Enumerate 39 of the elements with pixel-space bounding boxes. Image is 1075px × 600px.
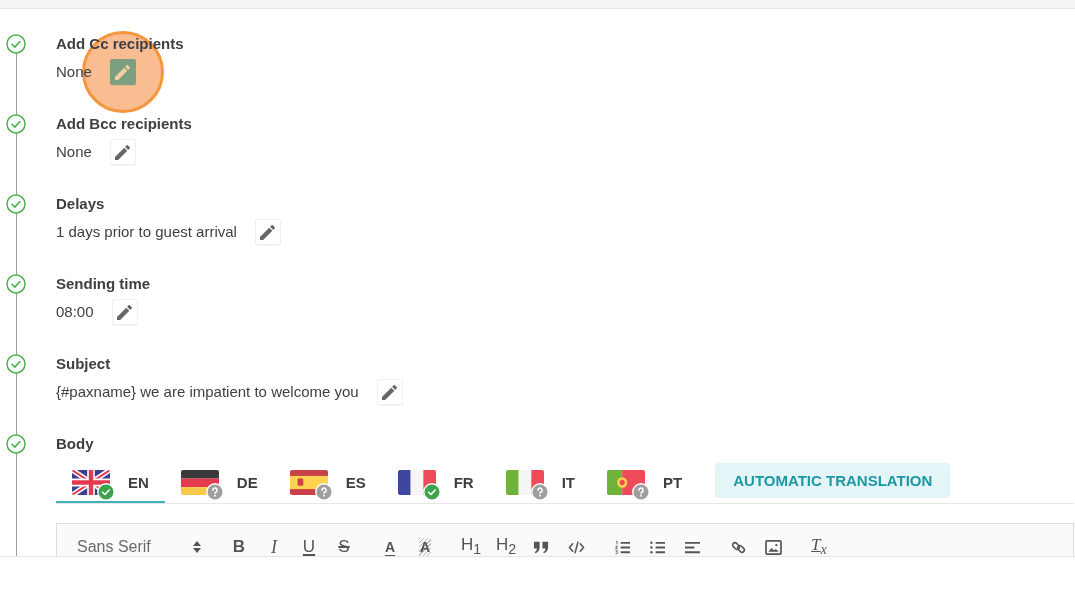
step-title: Add Bcc recipients — [56, 114, 192, 134]
step-value: {#paxname} we are impatient to welcome you — [56, 382, 359, 402]
italic-button[interactable]: I — [260, 538, 288, 556]
language-tab[interactable]: ES — [273, 463, 382, 503]
up-down-arrows-icon — [193, 541, 201, 553]
align-left-icon — [683, 539, 701, 555]
header-button[interactable]: H$_{2}$ — [492, 538, 520, 556]
underline-button[interactable]: U — [295, 538, 323, 556]
quote-icon — [532, 539, 550, 555]
pencil-icon — [382, 384, 398, 400]
italian-flag-icon — [505, 469, 544, 495]
header-button[interactable]: H$_{1}$ — [457, 538, 485, 556]
german-flag-icon — [180, 469, 219, 495]
numbered-list-icon — [613, 539, 631, 555]
bold-button[interactable]: B — [225, 538, 253, 556]
pencil-icon — [115, 144, 131, 160]
step-title: Delays — [56, 194, 105, 214]
language-tab[interactable]: PT — [591, 463, 699, 503]
link-icon — [729, 539, 747, 555]
language-tab[interactable]: IT — [489, 463, 592, 503]
font-picker[interactable]: Sans Serif — [65, 538, 207, 556]
step-title: Subject — [56, 354, 111, 374]
pencil-icon — [260, 224, 276, 240]
step-value: 1 days prior to guest arrival — [56, 222, 237, 242]
step-title: Sending time — [56, 274, 151, 294]
language-tab[interactable]: EN — [56, 463, 165, 503]
pencil-icon — [117, 304, 133, 320]
code-icon — [567, 539, 585, 555]
language-tab[interactable]: FR — [381, 463, 490, 503]
step-value: None — [56, 142, 92, 162]
step-value: 08:00 — [56, 302, 94, 322]
clean-button[interactable]: T$_{x}$ — [805, 538, 833, 556]
pencil-icon — [115, 64, 131, 80]
color-button[interactable]: A — [376, 538, 404, 556]
bullet-list-icon — [648, 539, 666, 555]
step-title: Body — [56, 434, 94, 454]
image-icon — [764, 539, 782, 555]
language-tab[interactable]: DE — [164, 463, 274, 503]
strike-button[interactable]: S — [330, 538, 358, 556]
